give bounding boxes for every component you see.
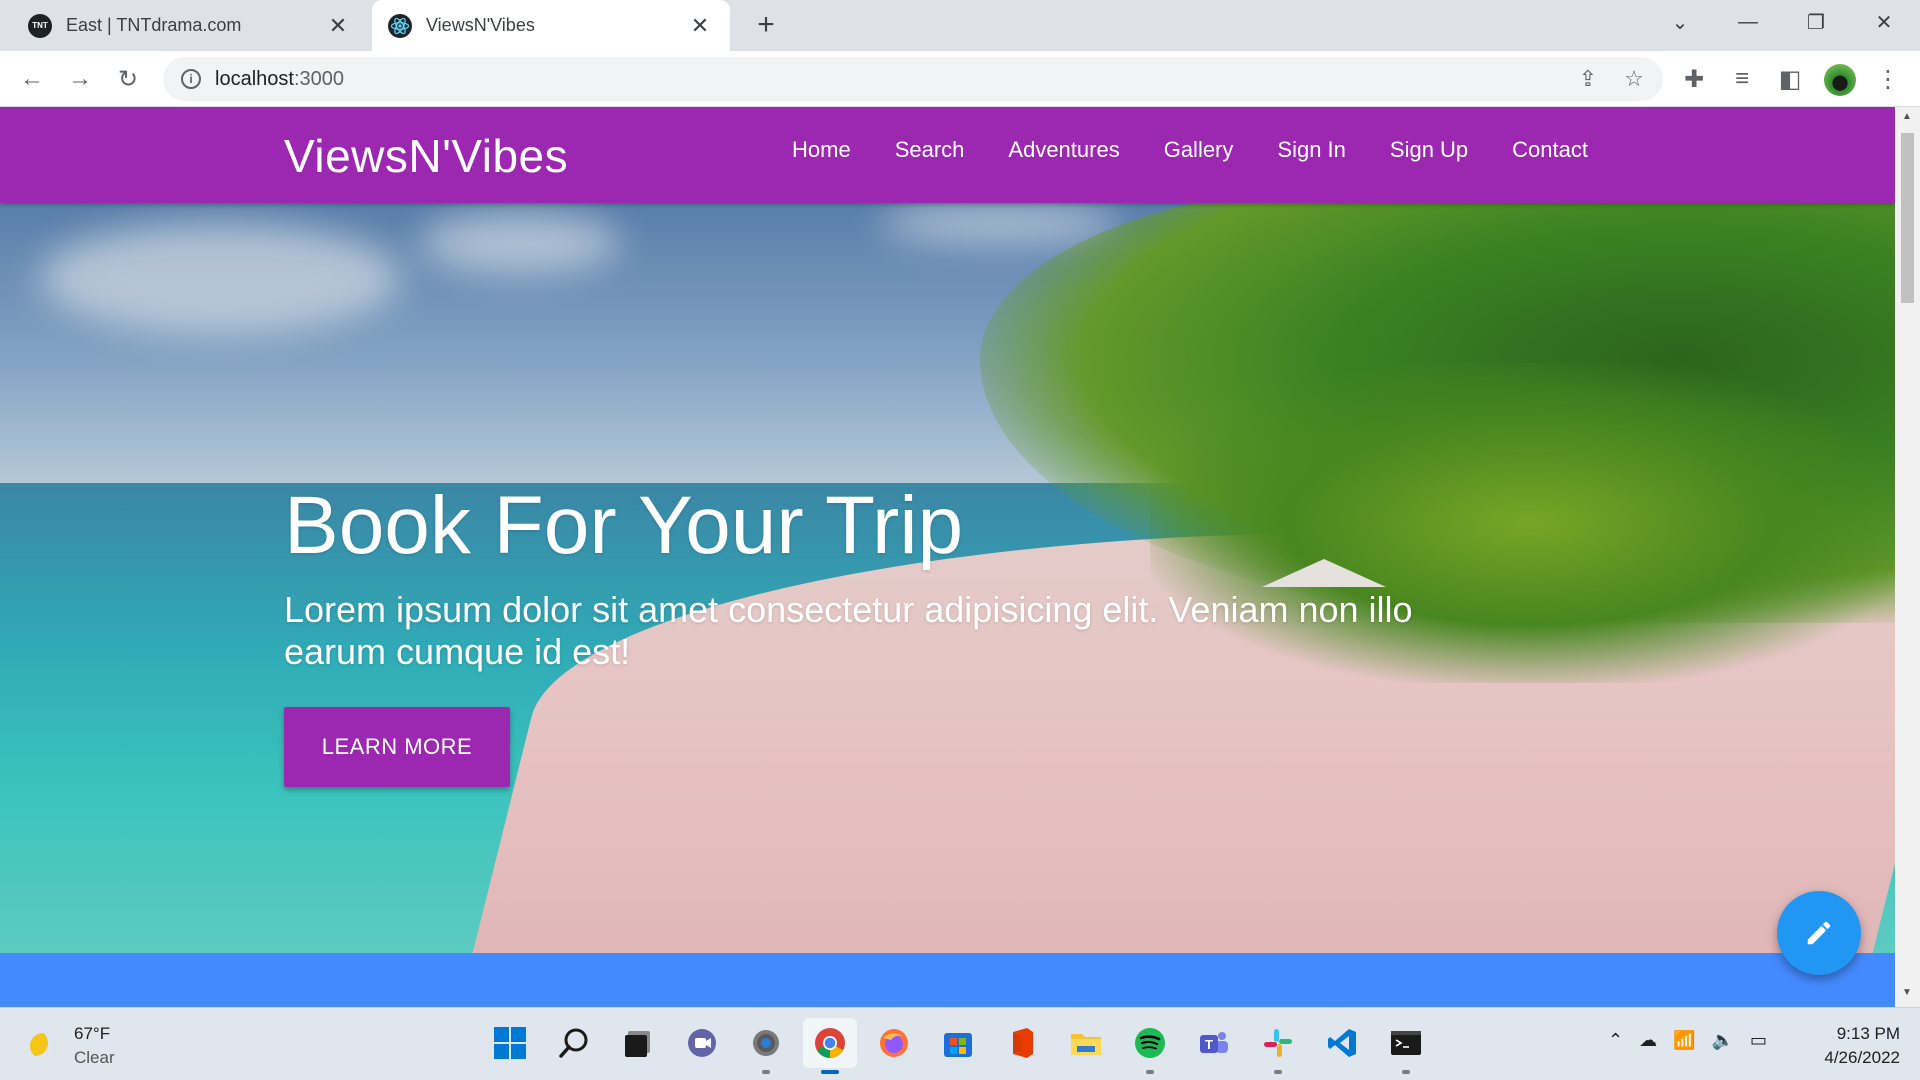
chevron-down-icon[interactable]: ⌄ bbox=[1652, 0, 1708, 44]
scroll-up-icon[interactable]: ▲ bbox=[1902, 111, 1912, 122]
star-icon[interactable]: ☆ bbox=[1616, 61, 1652, 97]
weather-temp: 67°F bbox=[74, 1024, 111, 1043]
chevron-up-icon[interactable]: ⌃ bbox=[1608, 1030, 1623, 1051]
reload-icon[interactable]: ↻ bbox=[110, 61, 146, 97]
pencil-icon bbox=[1807, 921, 1831, 945]
office-icon[interactable] bbox=[995, 1018, 1049, 1068]
url-host: localhost bbox=[215, 67, 294, 90]
scrollbar[interactable]: ▲ ▼ bbox=[1895, 107, 1920, 1007]
running-dot bbox=[1402, 1070, 1410, 1074]
windows-start-icon[interactable] bbox=[483, 1018, 537, 1068]
tab-strip: TNT East | TNTdrama.com ✕ ViewsN'Vibes ✕… bbox=[0, 0, 1920, 51]
svg-text:T: T bbox=[1205, 1037, 1213, 1052]
nav-links: Home Search Adventures Gallery Sign In S… bbox=[770, 137, 1610, 163]
teams-icon[interactable]: T bbox=[1187, 1018, 1241, 1068]
new-tab-button[interactable]: + bbox=[748, 8, 784, 44]
search-icon[interactable] bbox=[547, 1018, 601, 1068]
moon-icon bbox=[30, 1033, 56, 1059]
running-dot bbox=[1274, 1070, 1282, 1074]
tab-title: East | TNTdrama.com bbox=[66, 15, 242, 35]
system-tray: ⌃ ☁ 📶 🔈 ▭ bbox=[1608, 1030, 1767, 1051]
media-queue-icon[interactable]: ≡ bbox=[1724, 61, 1760, 97]
firefox-icon[interactable] bbox=[867, 1018, 921, 1068]
file-explorer-icon[interactable] bbox=[1059, 1018, 1113, 1068]
nav-home[interactable]: Home bbox=[770, 137, 873, 163]
tnt-favicon-icon: TNT bbox=[28, 13, 52, 38]
vscode-icon[interactable] bbox=[1315, 1018, 1369, 1068]
hero-section: Book For Your Trip Lorem ipsum dolor sit… bbox=[0, 203, 1895, 953]
taskbar: 67°F Clear T ⌃ ☁ 📶 🔈 ▭ 9:13 PM 4/26/2022 bbox=[0, 1007, 1920, 1080]
restore-icon[interactable]: ❐ bbox=[1788, 0, 1844, 44]
volume-icon[interactable]: 🔈 bbox=[1712, 1030, 1734, 1051]
nav-contact[interactable]: Contact bbox=[1490, 137, 1610, 163]
task-view-icon[interactable] bbox=[611, 1018, 665, 1068]
tab-tntdrama[interactable]: TNT East | TNTdrama.com ✕ bbox=[14, 0, 364, 51]
spotify-icon[interactable] bbox=[1123, 1018, 1177, 1074]
hero-overlay bbox=[0, 203, 1895, 953]
onedrive-cloud-icon[interactable]: ☁ bbox=[1639, 1030, 1657, 1051]
battery-icon[interactable]: ▭ bbox=[1750, 1030, 1767, 1051]
page-viewport: ViewsN'Vibes Home Search Adventures Gall… bbox=[0, 107, 1895, 1007]
tab-viewsnvibes[interactable]: ViewsN'Vibes ✕ bbox=[372, 0, 730, 51]
back-icon[interactable]: ← bbox=[14, 61, 50, 97]
close-icon[interactable]: ✕ bbox=[326, 13, 350, 39]
scroll-down-icon[interactable]: ▼ bbox=[1902, 987, 1912, 998]
wifi-icon[interactable]: 📶 bbox=[1673, 1030, 1695, 1051]
nav-gallery[interactable]: Gallery bbox=[1142, 137, 1256, 163]
react-icon bbox=[388, 13, 412, 38]
weather-text: 67°F Clear bbox=[74, 1022, 115, 1070]
nav-sign-in[interactable]: Sign In bbox=[1255, 137, 1368, 163]
address-bar[interactable]: i localhost:3000 bbox=[163, 57, 1663, 101]
share-icon[interactable]: ⇪ bbox=[1570, 61, 1606, 97]
settings-icon[interactable] bbox=[739, 1018, 793, 1074]
running-dot bbox=[762, 1070, 770, 1074]
clock-time: 9:13 PM bbox=[1836, 1024, 1900, 1043]
browser-toolbar: ← → ↻ i localhost:3000 ⇪ ☆ ✚ ≡ ◧ ⋮ bbox=[0, 51, 1920, 107]
edit-fab-button[interactable] bbox=[1777, 891, 1861, 975]
side-panel-icon[interactable]: ◧ bbox=[1772, 61, 1808, 97]
clock[interactable]: 9:13 PM 4/26/2022 bbox=[1800, 1022, 1900, 1070]
nav-search[interactable]: Search bbox=[873, 137, 987, 163]
chat-icon[interactable] bbox=[675, 1018, 729, 1068]
forward-icon[interactable]: → bbox=[62, 61, 98, 97]
terminal-icon[interactable] bbox=[1379, 1018, 1433, 1074]
hero-text: Lorem ipsum dolor sit amet consectetur a… bbox=[284, 589, 1413, 672]
menu-icon[interactable]: ⋮ bbox=[1870, 61, 1906, 97]
blue-section bbox=[0, 953, 1895, 1007]
chrome-icon[interactable] bbox=[803, 1018, 857, 1074]
store-icon[interactable] bbox=[931, 1018, 985, 1068]
site-navbar: ViewsN'Vibes Home Search Adventures Gall… bbox=[0, 107, 1895, 203]
running-dot bbox=[821, 1070, 839, 1074]
taskbar-apps: T bbox=[478, 1018, 1438, 1074]
learn-more-button[interactable]: LEARN MORE bbox=[284, 707, 510, 787]
close-window-icon[interactable]: ✕ bbox=[1856, 0, 1912, 44]
weather-condition: Clear bbox=[74, 1048, 115, 1067]
slack-icon[interactable] bbox=[1251, 1018, 1305, 1074]
url-text: localhost:3000 bbox=[215, 68, 344, 91]
minimize-icon[interactable]: — bbox=[1720, 0, 1776, 44]
info-icon[interactable]: i bbox=[181, 69, 201, 89]
nav-sign-up[interactable]: Sign Up bbox=[1368, 137, 1490, 163]
scrollbar-thumb[interactable] bbox=[1901, 133, 1914, 303]
tab-title: ViewsN'Vibes bbox=[426, 15, 535, 35]
close-icon[interactable]: ✕ bbox=[688, 13, 712, 39]
extensions-icon[interactable]: ✚ bbox=[1676, 61, 1712, 97]
hero-title: Book For Your Trip bbox=[284, 480, 964, 571]
brand-logo[interactable]: ViewsN'Vibes bbox=[284, 129, 568, 183]
nav-adventures[interactable]: Adventures bbox=[986, 137, 1141, 163]
url-port: :3000 bbox=[293, 67, 344, 90]
avatar[interactable] bbox=[1824, 64, 1856, 96]
running-dot bbox=[1146, 1070, 1154, 1074]
weather-widget[interactable]: 67°F Clear bbox=[30, 1022, 115, 1070]
clock-date: 4/26/2022 bbox=[1824, 1048, 1900, 1067]
